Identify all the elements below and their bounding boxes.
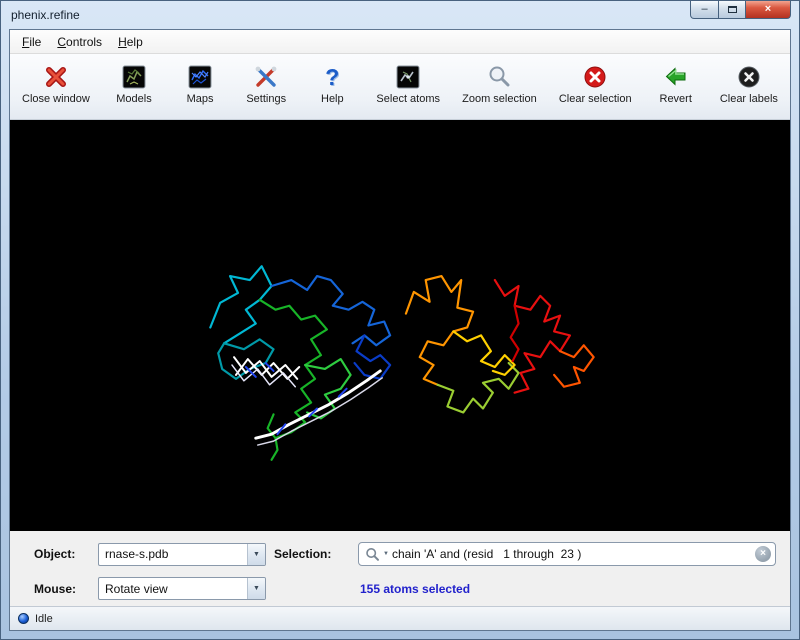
- search-icon: [365, 547, 380, 562]
- toolbar-button-label: Revert: [660, 93, 692, 105]
- window-title: phenix.refine: [11, 8, 80, 22]
- menu-item-controls[interactable]: Controls: [49, 30, 110, 53]
- mouse-label: Mouse:: [34, 582, 90, 596]
- maximize-button[interactable]: [719, 1, 746, 19]
- close-icon: ×: [765, 4, 771, 15]
- toolbar-button-clear-labels[interactable]: Clear labels: [716, 60, 782, 108]
- toolbar-button-clear-selection[interactable]: Clear selection: [555, 60, 636, 108]
- toolbar-button-label: Select atoms: [376, 93, 440, 105]
- maps-icon: [187, 63, 213, 91]
- selection-label: Selection:: [274, 547, 350, 561]
- zoom-selection-icon: [486, 63, 512, 91]
- help-icon: ?: [325, 63, 339, 91]
- status-text: Idle: [35, 613, 53, 625]
- toolbar-button-models[interactable]: Models: [108, 60, 160, 108]
- toolbar-button-label: Zoom selection: [462, 93, 537, 105]
- mouse-dropdown[interactable]: Rotate view ▼: [98, 577, 266, 600]
- minimize-icon: –: [701, 4, 707, 15]
- app-window: phenix.refine – × File Controls Help Clo…: [0, 0, 800, 640]
- menu-item-label: Controls: [57, 35, 102, 49]
- selection-input[interactable]: [392, 547, 752, 561]
- toolbar-button-label: Close window: [22, 93, 90, 105]
- toolbar-button-close-window[interactable]: Close window: [18, 60, 94, 108]
- chevron-down-icon[interactable]: ▼: [247, 578, 265, 599]
- toolbar-button-revert[interactable]: Revert: [650, 60, 702, 108]
- menu-item-label: File: [22, 35, 41, 49]
- menu-item-label: Help: [118, 35, 143, 49]
- title-bar[interactable]: phenix.refine – ×: [1, 1, 799, 29]
- clear-input-icon[interactable]: ×: [755, 546, 771, 562]
- chevron-down-icon[interactable]: ▼: [247, 544, 265, 565]
- toolbar-button-select-atoms[interactable]: Select atoms: [372, 60, 444, 108]
- toolbar: Close window Models Maps Settings: [10, 54, 790, 120]
- models-icon: [121, 63, 147, 91]
- toolbar-button-zoom-selection[interactable]: Zoom selection: [458, 60, 541, 108]
- select-atoms-icon: [395, 63, 421, 91]
- menu-item-file[interactable]: File: [14, 30, 49, 53]
- molecule-viewport[interactable]: [10, 120, 790, 531]
- mouse-dropdown-value: Rotate view: [99, 582, 247, 596]
- toolbar-button-settings[interactable]: Settings: [240, 60, 292, 108]
- object-label: Object:: [34, 547, 90, 561]
- maximize-icon: [728, 6, 737, 13]
- menu-bar: File Controls Help: [10, 30, 790, 54]
- close-window-icon: [43, 63, 69, 91]
- molecule-render[interactable]: [10, 120, 790, 531]
- revert-icon: [663, 63, 689, 91]
- client-area: File Controls Help Close window Models: [9, 29, 791, 631]
- toolbar-button-label: Maps: [187, 93, 214, 105]
- toolbar-button-label: Help: [321, 93, 344, 105]
- atoms-selected-text: 155 atoms selected: [358, 582, 780, 596]
- clear-selection-icon: [582, 63, 608, 91]
- close-button[interactable]: ×: [746, 1, 791, 19]
- settings-icon: [253, 63, 279, 91]
- search-options-chevron-icon[interactable]: ▼: [383, 551, 389, 557]
- toolbar-button-label: Settings: [246, 93, 286, 105]
- toolbar-button-help[interactable]: ? Help: [306, 60, 358, 108]
- clear-labels-icon: [736, 63, 762, 91]
- toolbar-button-label: Clear selection: [559, 93, 632, 105]
- toolbar-button-label: Clear labels: [720, 93, 778, 105]
- minimize-button[interactable]: –: [690, 1, 719, 19]
- toolbar-button-maps[interactable]: Maps: [174, 60, 226, 108]
- toolbar-button-label: Models: [116, 93, 151, 105]
- object-dropdown[interactable]: rnase-s.pdb ▼: [98, 543, 266, 566]
- controls-panel: Object: rnase-s.pdb ▼ Selection: ▼ × Mou…: [10, 531, 790, 606]
- object-dropdown-value: rnase-s.pdb: [99, 547, 247, 561]
- window-controls: – ×: [690, 1, 791, 19]
- selection-searchbox[interactable]: ▼ ×: [358, 542, 776, 566]
- status-bar: Idle: [10, 606, 790, 630]
- status-led-icon: [18, 613, 29, 624]
- menu-item-help[interactable]: Help: [110, 30, 151, 53]
